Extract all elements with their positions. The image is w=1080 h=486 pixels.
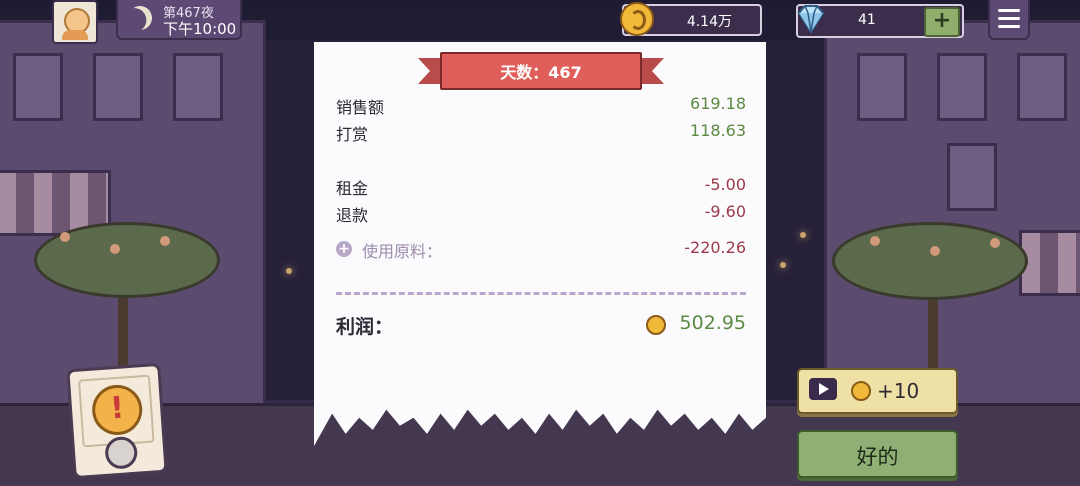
- coin-balance: 4.14万: [620, 2, 762, 36]
- refund-value: -9.60: [704, 202, 746, 221]
- window: [1017, 53, 1067, 121]
- day-count: 天数：467: [500, 63, 582, 82]
- menu-icon-bar: [998, 17, 1020, 20]
- clock-time: 下午10:00: [163, 20, 237, 38]
- profit-row: 利润： 502.95: [336, 312, 746, 340]
- string-light: [286, 268, 292, 274]
- sales-value: 619.18: [690, 94, 746, 113]
- window: [857, 53, 907, 121]
- materials-row[interactable]: + 使用原料： -220.26: [336, 238, 746, 261]
- diamond-icon: [797, 5, 825, 34]
- flower: [60, 232, 70, 242]
- gem-balance: 41 +: [796, 4, 964, 38]
- right-awning: [1019, 230, 1080, 296]
- window: [13, 53, 63, 121]
- materials-value: -220.26: [684, 238, 746, 257]
- refund-row: 退款 -9.60: [336, 202, 746, 225]
- tips-label: 打赏: [336, 125, 369, 144]
- right-tree: [832, 222, 1028, 300]
- profit-label: 利润：: [336, 316, 394, 338]
- flower: [160, 236, 170, 246]
- profit-value: 502.95: [679, 312, 746, 334]
- watch-ad-reward-button[interactable]: +10: [797, 368, 958, 414]
- rent-row: 租金 -5.00: [336, 175, 746, 198]
- add-gems-button[interactable]: +: [924, 7, 960, 37]
- day-time-panel: 第467夜 下午10:00: [116, 0, 242, 40]
- coin-icon: [851, 381, 871, 401]
- rent-label: 租金: [336, 179, 369, 198]
- sales-label: 销售额: [336, 98, 385, 117]
- video-play-icon: [809, 378, 837, 400]
- flower: [870, 236, 880, 246]
- sales-row: 销售额 619.18: [336, 94, 746, 117]
- window: [173, 53, 223, 121]
- window: [947, 143, 997, 211]
- window: [937, 53, 987, 121]
- daily-summary-receipt: 天数：467 销售额 619.18 打赏 118.63 租金 -5.00 退款 …: [314, 42, 766, 446]
- flower: [990, 238, 1000, 248]
- ad-reward-amount: +10: [877, 379, 920, 403]
- avatar-body: [62, 30, 88, 40]
- player-avatar[interactable]: [52, 0, 98, 44]
- ok-button-label: 好的: [856, 445, 899, 469]
- dashed-divider: [336, 292, 746, 295]
- menu-button[interactable]: [988, 0, 1030, 40]
- rent-value: -5.00: [704, 175, 746, 194]
- ok-button[interactable]: 好的: [797, 430, 958, 478]
- flower: [110, 244, 120, 254]
- exclamation-mark: !: [109, 390, 126, 427]
- expand-plus-icon[interactable]: +: [336, 241, 352, 257]
- tips-row: 打赏 118.63: [336, 121, 746, 144]
- refund-label: 退款: [336, 206, 369, 225]
- coin-amount: 4.14万: [686, 14, 732, 30]
- menu-icon-bar: [998, 25, 1020, 28]
- alert-card-button[interactable]: !: [66, 362, 168, 480]
- gem-amount: 41: [858, 12, 876, 28]
- string-light: [800, 232, 806, 238]
- window: [93, 53, 143, 121]
- tips-value: 118.63: [690, 121, 746, 140]
- materials-label: 使用原料：: [362, 242, 443, 261]
- string-light: [780, 262, 786, 268]
- menu-icon-bar: [998, 9, 1020, 12]
- flower: [930, 246, 940, 256]
- moon-icon: [125, 3, 156, 34]
- coin-icon: [620, 2, 654, 36]
- day-ribbon: 天数：467: [418, 52, 664, 90]
- coin-icon: [646, 315, 666, 335]
